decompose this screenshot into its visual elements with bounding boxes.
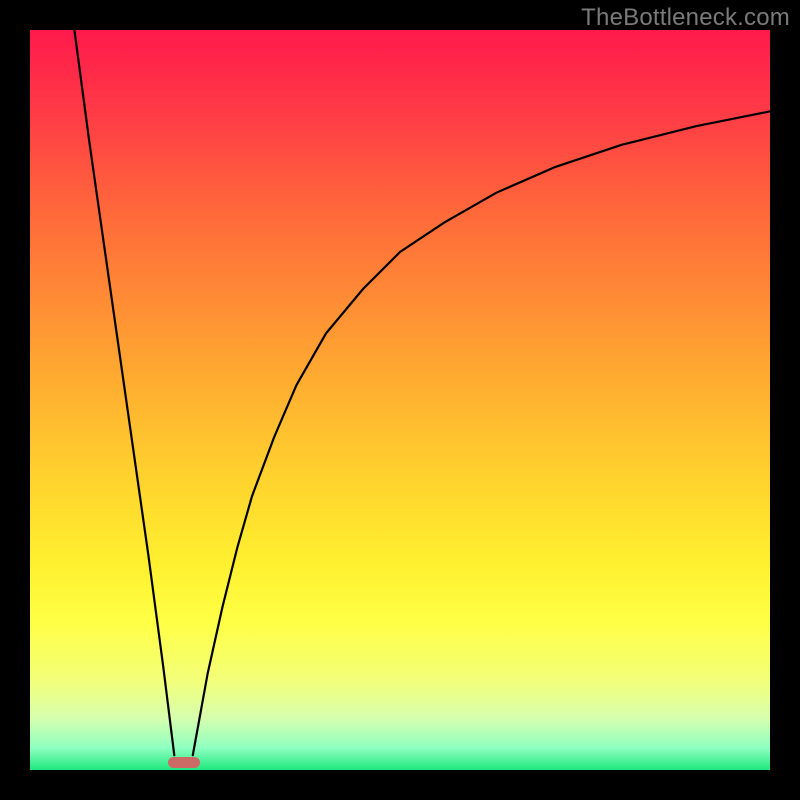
bottleneck-curve xyxy=(30,30,770,770)
plot-area xyxy=(30,30,770,770)
curve-right-branch xyxy=(193,111,770,755)
curve-left-branch xyxy=(74,30,174,755)
optimal-zone-marker xyxy=(168,757,201,767)
watermark-text: TheBottleneck.com xyxy=(581,4,790,32)
chart-frame: TheBottleneck.com xyxy=(0,0,800,800)
